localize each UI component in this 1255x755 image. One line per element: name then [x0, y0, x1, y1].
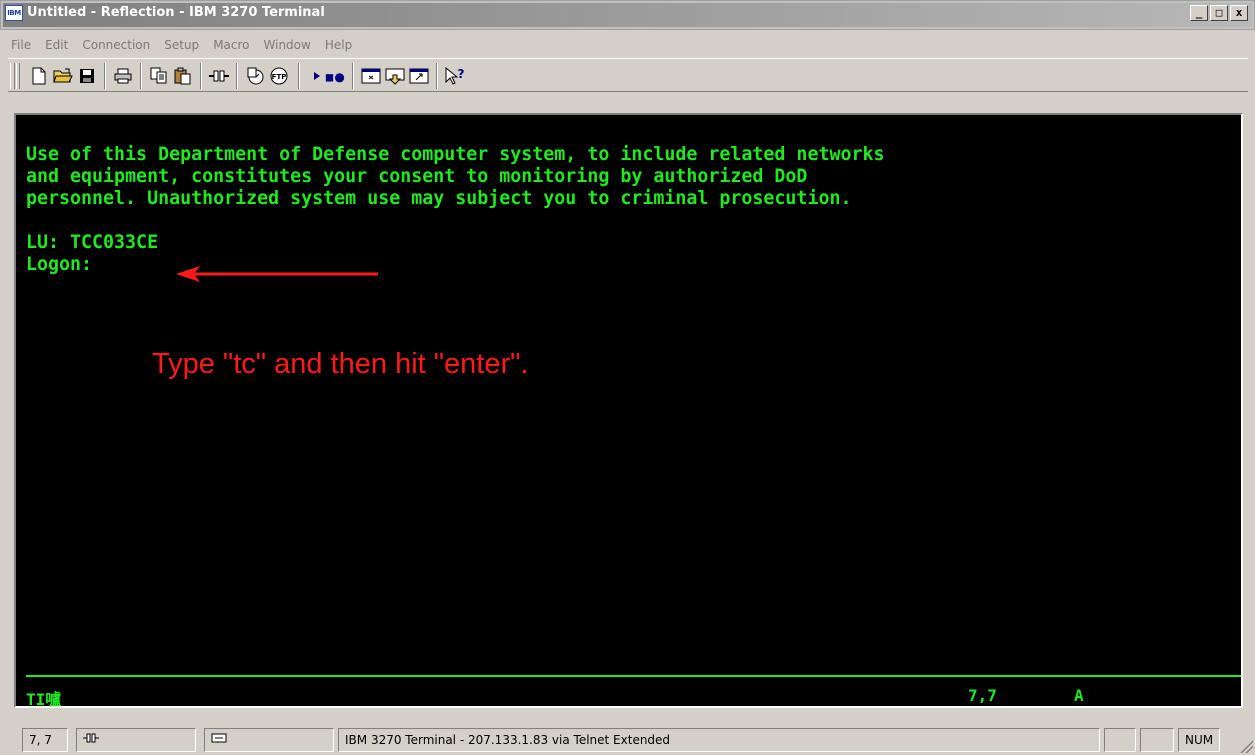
toolbar-grip[interactable] — [10, 63, 15, 89]
window-title: Untitled - Reflection - IBM 3270 Termina… — [27, 5, 325, 20]
context-help-icon[interactable]: ? — [444, 65, 466, 87]
capture-icon[interactable] — [408, 65, 430, 87]
connection-plug-icon — [83, 733, 99, 743]
toolbar-separator — [140, 63, 142, 89]
instruction-annotation: Type "tc" and then hit "enter". — [152, 348, 529, 380]
toolbar-separator — [436, 63, 438, 89]
terminal-screen[interactable]: Use of this Department of Defense comput… — [16, 115, 1241, 709]
menu-window[interactable]: Window — [257, 36, 318, 54]
resize-grip-icon[interactable] — [1237, 737, 1253, 753]
menu-edit[interactable]: Edit — [38, 36, 75, 54]
window-controls: _ □ x — [1188, 5, 1248, 21]
oia-divider — [26, 675, 1241, 677]
transfer-icon[interactable] — [384, 65, 406, 87]
toolbar-separator — [200, 63, 202, 89]
connect-icon[interactable] — [208, 65, 230, 87]
status-bar: 7, 7 IBM 3270 Terminal - 207.133.1.83 vi… — [0, 722, 1255, 755]
status-empty-panel-1 — [1104, 728, 1136, 752]
ftp-icon-label: FTP — [272, 73, 287, 81]
ftp-icon[interactable]: FTP — [268, 65, 290, 87]
status-cursor-position: 7, 7 — [22, 728, 68, 752]
status-connection-icon-panel — [76, 728, 196, 752]
print-icon[interactable] — [112, 65, 134, 87]
close-button[interactable]: x — [1230, 5, 1248, 21]
new-document-icon[interactable] — [28, 65, 50, 87]
menu-macro[interactable]: Macro — [206, 36, 256, 54]
banner-line-2: and equipment, constitutes your consent … — [26, 166, 808, 187]
toolbar-separator — [104, 63, 106, 89]
toolbar: FTP ? — [8, 58, 1248, 92]
toolbar-grip-secondary[interactable] — [16, 63, 20, 89]
banner-line-1: Use of this Department of Defense comput… — [26, 144, 885, 165]
record-macro-icon[interactable] — [324, 65, 346, 87]
menu-setup[interactable]: Setup — [157, 36, 206, 54]
oia-status: TI嚧 — [26, 686, 61, 710]
menu-help[interactable]: Help — [318, 36, 359, 54]
svg-text:?: ? — [458, 67, 465, 81]
toolbar-separator — [298, 63, 300, 89]
copy-icon[interactable] — [148, 65, 170, 87]
terminal-frame: Use of this Department of Defense comput… — [14, 113, 1243, 709]
oia-status-text: TI — [26, 690, 46, 709]
oia-lock-symbol-icon: 嚧 — [45, 690, 62, 709]
open-folder-icon[interactable] — [52, 65, 74, 87]
logon-prompt[interactable]: Logon: — [26, 254, 92, 276]
toolbar-separator — [236, 63, 238, 89]
menu-file[interactable]: File — [4, 36, 38, 54]
status-connection-text: IBM 3270 Terminal - 207.133.1.83 via Tel… — [338, 728, 1100, 752]
status-empty-panel-2 — [1140, 728, 1174, 752]
paste-icon[interactable] — [172, 65, 194, 87]
maximize-button[interactable]: □ — [1210, 5, 1228, 21]
menu-connection[interactable]: Connection — [75, 36, 157, 54]
status-keyboard-icon-panel — [204, 728, 334, 752]
toolbar-separator — [352, 63, 354, 89]
minimize-button[interactable]: _ — [1190, 5, 1208, 21]
title-bar[interactable]: IBM Untitled - Reflection - IBM 3270 Ter… — [0, 0, 1255, 30]
banner-line-3: personnel. Unauthorized system use may s… — [26, 188, 852, 209]
menu-bar: File Edit Connection Setup Macro Window … — [0, 34, 1255, 56]
oia-cursor-position: 7,7 — [968, 686, 997, 705]
session-icon[interactable] — [244, 65, 266, 87]
lu-line: LU: TCC033CE — [26, 232, 159, 253]
screen-icon[interactable] — [360, 65, 382, 87]
keyboard-lock-icon — [211, 733, 227, 743]
ibm-app-icon[interactable]: IBM — [5, 5, 23, 21]
status-num-lock: NUM — [1178, 728, 1220, 752]
save-icon[interactable] — [76, 65, 98, 87]
annotation-arrow-icon — [176, 266, 378, 282]
oia-mode: A — [1074, 686, 1084, 705]
